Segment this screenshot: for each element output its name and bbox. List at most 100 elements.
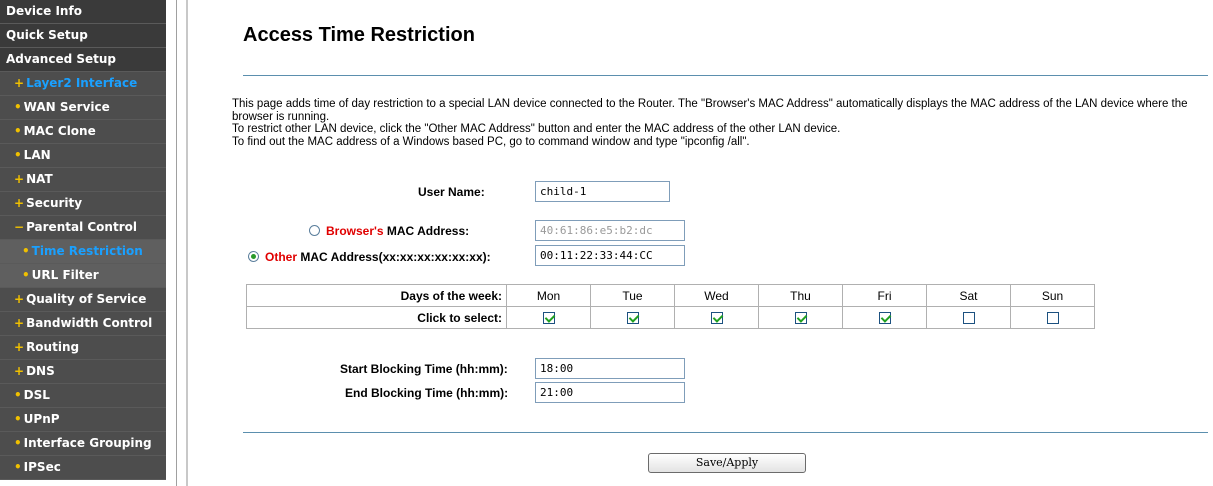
other-mac-label: Other MAC Address(xx:xx:xx:xx:xx:xx):	[265, 250, 491, 264]
days-table: Days of the week: Mon Tue Wed Thu Fri Sa…	[246, 284, 1095, 329]
browser-mac-radio[interactable]	[309, 225, 320, 236]
sidebar-item-device-info[interactable]: Device Info	[0, 0, 166, 24]
sidebar-item-lan[interactable]: • LAN	[0, 144, 166, 168]
day-name: Sun	[1010, 284, 1095, 307]
bullet-icon: •	[14, 100, 22, 114]
sidebar-item-bandwidth-control[interactable]: + Bandwidth Control	[0, 312, 166, 336]
sidebar-item-time-restriction[interactable]: • Time Restriction	[0, 240, 166, 264]
sidebar-item-label: DSL	[23, 388, 50, 402]
description-line: This page adds time of day restriction t…	[232, 98, 1188, 123]
sidebar-item-quality-of-service[interactable]: + Quality of Service	[0, 288, 166, 312]
bullet-icon: •	[22, 268, 30, 282]
sidebar-item-label: Security	[26, 196, 83, 210]
day-checkbox-wed[interactable]	[710, 312, 723, 325]
title-divider	[243, 75, 1208, 76]
bullet-icon: •	[22, 244, 30, 258]
day-name: Tue	[590, 284, 675, 307]
day-checkbox-fri[interactable]	[878, 312, 891, 325]
bullet-icon: •	[14, 124, 22, 138]
day-name: Thu	[758, 284, 843, 307]
sidebar-item-label: Quick Setup	[6, 28, 88, 42]
sidebar-item-parental-control[interactable]: − Parental Control	[0, 216, 166, 240]
start-time-input[interactable]: 18:00	[535, 358, 685, 379]
sidebar-item-label: Device Info	[6, 4, 82, 18]
sidebar-item-ipsec[interactable]: • IPSec	[0, 456, 166, 480]
sidebar-item-url-filter[interactable]: • URL Filter	[0, 264, 166, 288]
page-title: Access Time Restriction	[243, 24, 475, 46]
sidebar-item-label: Interface Grouping	[23, 436, 152, 450]
sidebar-divider	[176, 0, 188, 486]
end-time-input[interactable]: 21:00	[535, 382, 685, 403]
sidebar-item-upnp[interactable]: • UPnP	[0, 408, 166, 432]
sidebar-item-label: IPSec	[23, 460, 61, 474]
sidebar-item-label: Parental Control	[26, 220, 137, 234]
sidebar-item-label: Quality of Service	[26, 292, 147, 306]
sidebar-item-quick-setup[interactable]: Quick Setup	[0, 24, 166, 48]
sidebar-item-label: URL Filter	[31, 268, 99, 282]
days-select-label: Click to select:	[246, 306, 507, 329]
day-checkbox-tue[interactable]	[626, 312, 639, 325]
days-select-row: Click to select:	[246, 306, 1095, 329]
footer-divider	[243, 432, 1208, 433]
expand-icon: +	[14, 316, 25, 330]
day-cell	[1010, 306, 1095, 329]
other-mac-label-text: MAC Address(xx:xx:xx:xx:xx:xx):	[297, 250, 491, 264]
bullet-icon: •	[14, 148, 22, 162]
save-apply-button[interactable]: Save/Apply	[648, 453, 806, 473]
day-cell	[758, 306, 843, 329]
bullet-icon: •	[14, 412, 22, 426]
user-name-input[interactable]: child-1	[535, 181, 670, 202]
other-mac-input[interactable]: 00:11:22:33:44:CC	[535, 245, 685, 266]
other-mac-label-highlight: Other	[265, 250, 298, 264]
collapse-icon: −	[14, 220, 25, 234]
sidebar-item-label: NAT	[26, 172, 53, 186]
start-time-label: Start Blocking Time (hh:mm):	[340, 362, 508, 376]
day-cell	[842, 306, 927, 329]
sidebar-item-mac-clone[interactable]: • MAC Clone	[0, 120, 166, 144]
sidebar-item-label: Time Restriction	[31, 244, 143, 258]
sidebar-item-label: Bandwidth Control	[26, 316, 153, 330]
bullet-icon: •	[14, 460, 22, 474]
browser-mac-label: Browser's MAC Address:	[326, 224, 469, 238]
day-name: Wed	[674, 284, 759, 307]
page-description: This page adds time of day restriction t…	[232, 98, 1212, 148]
day-checkbox-sat[interactable]	[962, 312, 975, 325]
day-cell	[926, 306, 1011, 329]
day-checkbox-mon[interactable]	[542, 312, 555, 325]
sidebar-item-routing[interactable]: + Routing	[0, 336, 166, 360]
sidebar-item-dsl[interactable]: • DSL	[0, 384, 166, 408]
day-checkbox-sun[interactable]	[1046, 312, 1059, 325]
sidebar-item-wan-service[interactable]: • WAN Service	[0, 96, 166, 120]
browser-mac-label-text: MAC Address:	[383, 224, 470, 238]
sidebar-item-label: WAN Service	[23, 100, 110, 114]
sidebar-item-label: Layer2 Interface	[26, 76, 138, 90]
description-line: To restrict other LAN device, click the …	[232, 123, 841, 135]
expand-icon: +	[14, 172, 25, 186]
sidebar-item-security[interactable]: + Security	[0, 192, 166, 216]
day-name: Mon	[506, 284, 591, 307]
sidebar-item-advanced-setup[interactable]: Advanced Setup	[0, 48, 166, 72]
day-cell	[506, 306, 591, 329]
expand-icon: +	[14, 196, 25, 210]
sidebar-item-nat[interactable]: + NAT	[0, 168, 166, 192]
days-header-row: Days of the week: Mon Tue Wed Thu Fri Sa…	[246, 284, 1095, 307]
sidebar-item-layer2-interface[interactable]: + Layer2 Interface	[0, 72, 166, 96]
expand-icon: +	[14, 292, 25, 306]
day-cell	[674, 306, 759, 329]
browser-mac-input: 40:61:86:e5:b2:dc	[535, 220, 685, 241]
sidebar-item-dns[interactable]: + DNS	[0, 360, 166, 384]
other-mac-radio[interactable]	[248, 251, 259, 262]
day-checkbox-thu[interactable]	[794, 312, 807, 325]
sidebar-nav: Device Info Quick Setup Advanced Setup + Lay…	[0, 0, 166, 480]
sidebar-item-label: MAC Clone	[23, 124, 96, 138]
sidebar-item-interface-grouping[interactable]: • Interface Grouping	[0, 432, 166, 456]
day-name: Sat	[926, 284, 1011, 307]
expand-icon: +	[14, 364, 25, 378]
day-cell	[590, 306, 675, 329]
end-time-label: End Blocking Time (hh:mm):	[345, 386, 509, 400]
sidebar: Device Info Quick Setup Advanced Setup + Lay…	[0, 0, 188, 486]
bullet-icon: •	[14, 436, 22, 450]
day-name: Fri	[842, 284, 927, 307]
user-name-label: User Name:	[418, 185, 485, 199]
sidebar-item-label: UPnP	[23, 412, 60, 426]
